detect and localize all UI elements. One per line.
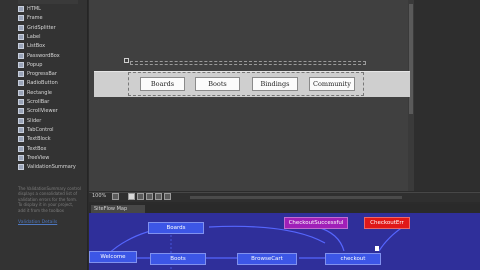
listbox-icon xyxy=(18,43,24,50)
node-welcome[interactable]: Welcome xyxy=(89,251,137,263)
toolbox-item-label: ScrollBar xyxy=(27,99,50,105)
toolbox-item-label: ListBox xyxy=(27,43,46,50)
treeview-icon xyxy=(18,154,24,161)
password-icon xyxy=(18,52,24,59)
designer-horizontal-scrollbar[interactable] xyxy=(190,196,402,199)
grid-toggle-icon[interactable] xyxy=(112,193,119,200)
radio-icon xyxy=(18,80,24,87)
toolbox-item-label: RadioButton xyxy=(27,80,58,87)
node-boards[interactable]: Boards xyxy=(148,222,204,234)
toolbox-item-label: ScrollViewer xyxy=(27,108,58,115)
toolbox-item-label: TabControl xyxy=(27,126,54,133)
designer-scroll-thumb[interactable] xyxy=(409,4,413,114)
toolbox-item-label: TextBox xyxy=(27,145,47,152)
nav-button-bindings[interactable]: Bindings xyxy=(252,77,298,91)
nav-button-boards[interactable]: Boards xyxy=(140,77,185,91)
toolbox-item-label: GridSplitter xyxy=(27,24,56,31)
mouse-cursor-icon xyxy=(375,246,379,251)
layout-icon[interactable] xyxy=(164,193,171,200)
snap-toggle-icon[interactable] xyxy=(128,193,135,200)
textblock-icon xyxy=(18,136,24,143)
popup-icon xyxy=(18,61,24,68)
nav-button-boots[interactable]: Boots xyxy=(195,77,240,91)
label-icon xyxy=(18,33,24,40)
connector-checkout-success xyxy=(316,226,345,252)
tabcontrol-icon xyxy=(18,126,24,133)
zoom-fit-icon[interactable] xyxy=(137,193,144,200)
toolbox-item-label: ProgressBar xyxy=(27,71,57,78)
toolbox-item-label: PasswordBox xyxy=(27,52,60,59)
toolbox-item-label: Label xyxy=(27,33,41,40)
selection-handle-icon[interactable] xyxy=(124,58,129,63)
textbox-icon xyxy=(18,145,24,152)
zoom-in-icon[interactable] xyxy=(146,193,153,200)
node-boots[interactable]: Boots xyxy=(150,253,206,265)
toolbox-item-label: Popup xyxy=(27,61,43,68)
scrollviewer-icon xyxy=(18,108,24,115)
slider-icon xyxy=(18,117,24,124)
zoom-level[interactable]: 100% xyxy=(92,193,106,199)
toolbox-item-label: TreeView xyxy=(27,154,50,161)
toolbox-description: The ValidationSummary control displays a… xyxy=(18,186,81,213)
sitemap-tabbar xyxy=(89,204,480,213)
tab-siteflow-map[interactable]: SiteFlow Map xyxy=(91,205,145,213)
toolbox-item-label: Frame xyxy=(27,15,43,22)
node-checkout[interactable]: checkout xyxy=(325,253,381,265)
validation-icon xyxy=(18,164,24,171)
node-browsecart[interactable]: BrowseCart xyxy=(237,253,297,265)
node-checkout-successful[interactable]: CheckoutSuccessful xyxy=(284,217,348,229)
nav-button-community[interactable]: Community xyxy=(309,77,355,91)
toolbox-item-label: Slider xyxy=(27,117,42,124)
node-checkout-error[interactable]: CheckoutErr xyxy=(364,217,410,229)
toolbox-item-validationsummary[interactable]: ValidationSummary xyxy=(18,162,76,172)
rectangle-icon xyxy=(18,89,24,96)
designer-right-gutter xyxy=(414,0,480,191)
toolbox-help-link[interactable]: Validation Details xyxy=(18,220,57,225)
toolbox-item-label: Rectangle xyxy=(27,89,52,96)
scrollbar-icon xyxy=(18,99,24,105)
toolbox-item-label: TextBlock xyxy=(27,136,51,143)
toolbox-item-label: HTML xyxy=(27,6,41,12)
toolbox-item-label: ValidationSummary xyxy=(27,164,76,171)
selection-frame xyxy=(130,61,366,65)
tag-icon xyxy=(18,6,24,12)
progressbar-icon xyxy=(18,71,24,78)
zoom-out-icon[interactable] xyxy=(155,193,162,200)
frame-icon xyxy=(18,15,24,22)
grid-splitter-icon xyxy=(18,24,24,31)
